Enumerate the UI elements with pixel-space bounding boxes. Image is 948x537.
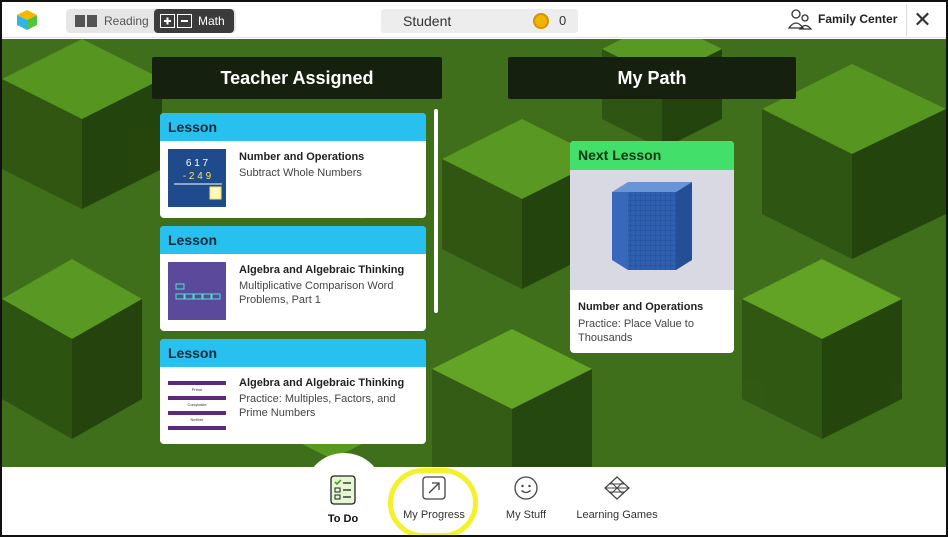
lesson-card[interactable]: Lesson 6 1 7 - 2 4 9 Number and Operatio…	[160, 113, 426, 218]
teacher-assigned-header: Teacher Assigned	[152, 57, 442, 99]
lesson-card-header: Lesson	[160, 113, 426, 141]
nav-learning-games-label: Learning Games	[576, 509, 658, 521]
lesson-subtitle: Multiplicative Comparison Word Problems,…	[239, 280, 394, 306]
lesson-title: Number and Operations	[239, 151, 365, 163]
checklist-icon	[330, 475, 356, 505]
subject-reading-label: Reading	[104, 14, 149, 28]
svg-text:Prime: Prime	[192, 387, 203, 392]
subject-toggle: Reading Math	[66, 9, 236, 33]
subject-math-label: Math	[198, 14, 225, 28]
nav-my-stuff-label: My Stuff	[505, 509, 547, 521]
lesson-card-header: Lesson	[160, 226, 426, 254]
lesson-subtitle: Subtract Whole Numbers	[239, 167, 362, 179]
teacher-assigned-title: Teacher Assigned	[220, 67, 374, 88]
next-lesson-title: Number and Operations	[578, 301, 704, 313]
subject-math-tab[interactable]: Math	[154, 9, 234, 33]
family-icon	[788, 9, 812, 30]
lesson-card[interactable]: Lesson Prime Composite Neither Algebra a…	[160, 339, 426, 444]
nav-to-do-label: To Do	[327, 513, 359, 525]
comparison-bars-thumbnail	[168, 262, 226, 320]
family-center-label: Family Center	[818, 12, 898, 26]
next-lesson-card[interactable]: Next Lesson Number and Operations Practi…	[570, 141, 734, 353]
svg-text:- 2 4 9: - 2 4 9	[183, 171, 212, 182]
book-icon	[75, 15, 97, 27]
lesson-title: Algebra and Algebraic Thinking	[239, 377, 405, 389]
games-icon	[604, 476, 630, 500]
subject-reading-tab[interactable]: Reading	[74, 9, 149, 33]
next-lesson-thumbnail	[570, 170, 734, 290]
svg-text:Neither: Neither	[191, 417, 205, 422]
annotation-highlight-circle	[388, 468, 478, 535]
coin-count: 0	[559, 13, 567, 28]
nav-learning-games[interactable]: Learning Games	[572, 475, 662, 521]
student-name: Student	[403, 13, 452, 29]
assigned-scrollbar[interactable]	[434, 109, 438, 313]
next-lesson-subtitle: Practice: Place Value to Thousands	[578, 318, 694, 344]
coin-icon	[533, 13, 549, 29]
math-operators-icon	[160, 14, 192, 28]
lesson-card-header: Lesson	[160, 339, 426, 367]
close-button[interactable]: ✕	[906, 4, 938, 36]
lesson-subtitle: Practice: Multiples, Factors, and Prime …	[239, 393, 396, 419]
next-lesson-header: Next Lesson	[570, 141, 734, 170]
my-path-title: My Path	[617, 67, 687, 88]
smiley-icon	[514, 476, 538, 500]
top-bar: Reading Math Student 0 Family Center ✕	[2, 2, 946, 38]
lesson-card[interactable]: Lesson Algebra and Algebraic Thinking Mu…	[160, 226, 426, 331]
app-logo-icon[interactable]	[16, 9, 38, 31]
lesson-title: Algebra and Algebraic Thinking	[239, 264, 405, 276]
app-window: Reading Math Student 0 Family Center ✕ T…	[0, 0, 948, 537]
family-center-button[interactable]: Family Center	[788, 8, 897, 30]
subtraction-thumbnail: 6 1 7 - 2 4 9	[168, 149, 226, 207]
cube-background	[2, 39, 946, 467]
student-info: Student 0	[381, 9, 578, 33]
place-value-cube-icon	[612, 182, 692, 270]
close-icon: ✕	[913, 7, 932, 32]
my-path-header: My Path	[508, 57, 796, 99]
svg-text:Composite: Composite	[187, 402, 207, 407]
factors-thumbnail: Prime Composite Neither	[168, 375, 226, 433]
dashboard-area: Teacher Assigned My Path Lesson 6 1 7 - …	[2, 39, 946, 467]
nav-to-do[interactable]: To Do	[298, 475, 388, 525]
nav-my-stuff[interactable]: My Stuff	[481, 475, 571, 521]
svg-text:6 1 7: 6 1 7	[186, 158, 209, 169]
